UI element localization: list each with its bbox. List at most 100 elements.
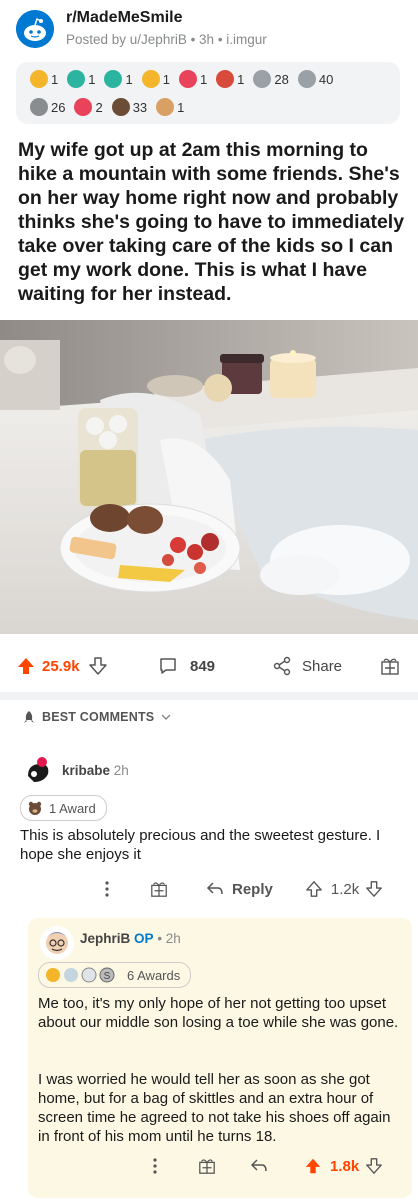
subreddit-name[interactable]: r/MadeMeSmile — [66, 9, 182, 27]
downvote-icon[interactable] — [88, 656, 108, 676]
user-avatar[interactable] — [40, 926, 74, 960]
reply-button[interactable]: Reply — [206, 881, 273, 898]
wholesome-seal-award-icon — [156, 98, 175, 116]
award-count: 1 — [162, 71, 170, 87]
comment-score: 1.2k — [330, 880, 360, 898]
post-meta: Posted by u/JephriB • 3h • i.imgur — [66, 32, 267, 47]
bath-tray-photo — [0, 320, 418, 634]
comment-awards[interactable]: S 6 Awards — [38, 962, 192, 988]
heart-award-icon — [178, 70, 197, 88]
reply-arrow-icon[interactable] — [250, 1158, 268, 1174]
award-count: 1 — [177, 99, 185, 115]
award-count-label: 6 Awards — [127, 967, 181, 983]
award-item[interactable]: 1 — [104, 70, 133, 88]
username[interactable]: JephriB — [80, 931, 130, 946]
award-count: 1 — [88, 71, 96, 87]
award-button[interactable] — [380, 656, 400, 676]
award-item[interactable]: 2 — [74, 98, 103, 116]
comment-time: 2h — [113, 763, 129, 778]
downvote-icon[interactable] — [365, 880, 383, 898]
comment-awards[interactable]: 1 Award — [20, 795, 107, 821]
reply-comment: JephriB OP • 2h S 6 Awards Me too, it's … — [28, 918, 412, 1198]
subreddit-avatar[interactable] — [16, 10, 54, 48]
award-item[interactable]: 1 — [141, 70, 170, 88]
award-item[interactable]: 1 — [30, 70, 58, 88]
comment-sort-label: BEST COMMENTS — [42, 710, 155, 724]
reply-label: Reply — [232, 880, 273, 898]
post-title: My wife got up at 2am this morning to hi… — [18, 139, 405, 305]
post-action-bar: 25.9k 849 Share — [0, 646, 418, 688]
award-item[interactable]: 40 — [297, 70, 334, 88]
comment-body: I was worried he would tell her as soon … — [38, 1071, 391, 1145]
award-item[interactable]: 1 — [67, 70, 95, 88]
award-count: 33 — [132, 99, 148, 115]
arrow-up-award-icon — [30, 70, 48, 88]
comments-button[interactable]: 849 — [158, 656, 215, 676]
share-button[interactable]: Share — [272, 656, 342, 676]
username[interactable]: kribabe — [62, 763, 110, 778]
more-options-icon[interactable] — [148, 1157, 162, 1175]
post-awards[interactable]: 1 1 1 1 1 1 28 40 26 2 33 1 — [16, 62, 400, 124]
comment-body: This is absolutely precious and the swee… — [20, 827, 381, 863]
awards-icons: S — [46, 967, 115, 983]
chevron-down-icon — [161, 714, 171, 720]
award-item[interactable]: 1 — [178, 70, 208, 88]
award-count: 26 — [51, 99, 66, 115]
upvote-icon[interactable] — [304, 1157, 322, 1175]
gift-icon — [381, 658, 399, 675]
post-header: r/MadeMeSmile Posted by u/JephriB • 3h •… — [0, 0, 418, 58]
award-item[interactable]: 1 — [156, 98, 184, 116]
section-divider — [0, 692, 418, 700]
award-count: 1 — [237, 71, 245, 87]
chat-award-icon — [297, 70, 316, 88]
award-count: 2 — [95, 99, 103, 115]
award-item[interactable]: 28 — [253, 70, 289, 88]
award-count: 1 — [125, 71, 133, 87]
award-item[interactable]: 1 — [216, 70, 244, 88]
comment-body: Me too, it's my only hope of her not get… — [38, 995, 399, 1031]
post-score: 25.9k — [42, 657, 80, 675]
bear-award-icon — [111, 98, 130, 116]
gold-award-icon — [46, 968, 60, 982]
post-image[interactable] — [0, 320, 418, 634]
user-avatar[interactable] — [20, 754, 56, 790]
award-item[interactable]: 26 — [30, 98, 65, 116]
gift-icon[interactable] — [150, 880, 168, 898]
awards-row: 1 1 1 1 1 1 28 40 — [30, 70, 342, 88]
award-item[interactable]: 33 — [111, 98, 148, 116]
hug-award-icon — [216, 70, 235, 88]
bravo-award-icon — [253, 70, 272, 88]
silver-coin-award-icon — [30, 98, 48, 116]
chat-award-icon — [81, 967, 97, 983]
award-count: 1 — [51, 71, 59, 87]
share-label: Share — [302, 657, 343, 675]
comment-username[interactable]: kribabe 2h — [62, 763, 129, 778]
comment-username[interactable]: JephriB OP • 2h — [80, 931, 181, 946]
op-badge: OP — [134, 931, 154, 946]
helpful-award-icon — [67, 70, 86, 88]
downvote-icon[interactable] — [365, 1157, 383, 1175]
comment-actions: 1.8k — [148, 1157, 383, 1175]
bravo-award-icon — [64, 968, 78, 982]
bear-award-icon — [28, 801, 42, 815]
gold-award-icon — [141, 70, 160, 88]
upvote-icon[interactable] — [305, 880, 323, 898]
comment-bubble-icon — [160, 658, 176, 674]
award-count: 28 — [274, 71, 289, 87]
award-count: 1 — [199, 71, 208, 87]
upvote-icon[interactable] — [16, 656, 36, 676]
award-count: 40 — [318, 71, 334, 87]
more-options-icon[interactable] — [100, 880, 114, 898]
svg-text:S: S — [104, 971, 111, 982]
comments-count: 849 — [190, 657, 216, 675]
gift-icon[interactable] — [198, 1157, 216, 1175]
comment-actions: Reply 1.2k — [100, 880, 383, 898]
rocket-icon — [24, 711, 34, 723]
comment-sort[interactable]: BEST COMMENTS — [22, 710, 172, 724]
award-count-label: 1 Award — [49, 800, 96, 816]
share-icon — [273, 656, 291, 676]
wholesome-award-icon — [104, 70, 123, 88]
upvote-group: 25.9k — [16, 656, 108, 676]
heart-eyes-award-icon — [74, 98, 93, 116]
awards-row: 26 2 33 1 — [30, 98, 193, 116]
